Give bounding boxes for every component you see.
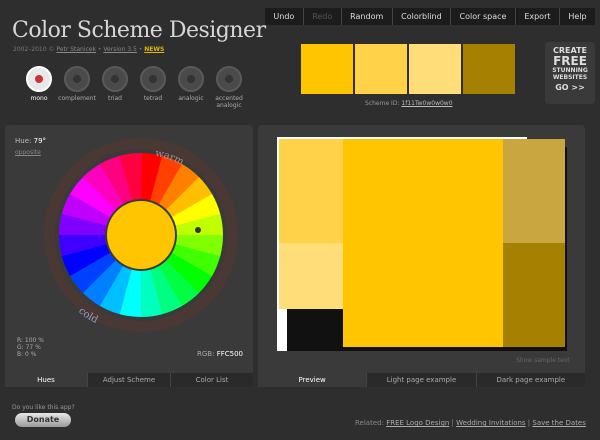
menu-export[interactable]: Export [514,8,559,25]
donate-button[interactable]: Donate [15,413,71,427]
wedding-invitations-link[interactable]: Wedding Invitations [456,419,525,427]
app-subline: 2002–2010 © Petr Stanicek • Version 3.5 … [13,46,165,53]
complement-scheme-icon [64,66,90,92]
scheme-complement[interactable]: complement [58,66,96,109]
hue-handle[interactable] [195,227,201,233]
swatch-2[interactable] [355,44,407,94]
blue-value: B: 0 % [17,351,37,358]
app-window: Undo Redo Random Colorblind Color space … [0,0,600,440]
tab-adjust-scheme[interactable]: Adjust Scheme [87,373,170,387]
triad-scheme-icon [102,66,128,92]
scheme-label: tetrad [143,95,163,102]
top-menu: Undo Redo Random Colorblind Color space … [265,8,595,25]
left-tabs: Hues Adjust Scheme Color List [5,373,253,387]
show-sample-text-link[interactable]: Show sample text [516,357,570,364]
menu-redo[interactable]: Redo [302,8,341,25]
save-the-dates-link[interactable]: Save the Dates [532,419,586,427]
menu-color-space[interactable]: Color space [450,8,515,25]
preview-block-dark [503,243,565,347]
green-value: G: 77 % [17,344,41,351]
menu-random[interactable]: Random [340,8,392,25]
tab-dark-page-example[interactable]: Dark page example [475,373,585,387]
tetrad-scheme-icon [140,66,166,92]
free-websites-ad[interactable]: CREATE FREE STUNNING WEBSITES GO >> [545,42,595,104]
version-link[interactable]: Version 3.5 [103,46,137,53]
opposite-link[interactable]: opposite [15,149,41,156]
scheme-id-label: Scheme ID: [365,100,400,107]
accented-analogic-scheme-icon [216,66,242,92]
app-title: Color Scheme Designer [12,18,266,43]
preview-block-primary [343,139,503,347]
rgb-label: RGB: [197,350,215,358]
menu-colorblind[interactable]: Colorblind [391,8,450,25]
scheme-accented-analogic[interactable]: accented analogic [210,66,248,109]
scheme-tetrad[interactable]: tetrad [134,66,172,109]
ad-line: FREE [553,54,587,68]
scheme-mono[interactable]: mono [20,66,58,109]
news-link[interactable]: NEWS [144,46,164,53]
preview-block-light [279,139,343,243]
preview-block-mid [503,139,565,243]
scheme-id: Scheme ID: 1f11Tw0w0w0w0 [365,100,453,107]
logo-design-link[interactable]: FREE Logo Design [386,419,449,427]
tab-hues[interactable]: Hues [5,373,87,387]
swatch-4[interactable] [463,44,515,94]
swatch-3[interactable] [409,44,461,94]
scheme-label: accented analogic [215,95,243,109]
red-value: R: 100 % [17,337,44,344]
color-swatches [301,44,517,94]
donate-prompt: Do you like this app? [12,404,75,411]
tab-preview[interactable]: Preview [258,373,367,387]
tab-color-list[interactable]: Color List [170,373,253,387]
selected-hue-center [107,201,175,269]
swatch-primary[interactable] [301,44,353,94]
related-label: Related: [355,419,384,427]
tab-light-page-example[interactable]: Light page example [366,373,476,387]
related-links: Related: FREE Logo Design | Wedding Invi… [355,419,586,427]
hue-label: Hue: [15,137,32,145]
scheme-label: complement [58,95,96,102]
hues-panel: Hue: 79° opposite warm cold R: 100 % G: … [5,125,253,387]
scheme-label: triad [108,95,122,102]
mono-scheme-icon [26,66,52,92]
author-link[interactable]: Petr Stanicek [56,46,96,53]
menu-help[interactable]: Help [558,8,595,25]
menu-undo[interactable]: Undo [265,8,303,25]
scheme-analogic[interactable]: analogic [172,66,210,109]
scheme-type-selector: mono complement triad tetrad analogic ac… [20,66,248,109]
analogic-scheme-icon [178,66,204,92]
scheme-label: mono [30,95,48,102]
rgb-hex-value[interactable]: FFC500 [217,350,243,358]
copyright-years: 2002–2010 © [13,46,55,53]
rgb-percentages: R: 100 % G: 77 % B: 0 % [17,337,44,358]
ad-line: STUNNING [552,67,588,74]
scheme-id-link[interactable]: 1f11Tw0w0w0w0 [401,100,452,107]
right-tabs: Preview Light page example Dark page exa… [258,373,585,387]
color-wheel[interactable]: warm cold [41,135,241,335]
scheme-label: analogic [178,95,204,102]
ad-go-button[interactable]: GO >> [545,83,595,92]
color-preview [277,137,567,351]
ad-line: WEBSITES [552,74,588,81]
preview-block-lighter [279,243,343,309]
scheme-triad[interactable]: triad [96,66,134,109]
rgb-hex-readout: RGB: FFC500 [197,350,243,358]
